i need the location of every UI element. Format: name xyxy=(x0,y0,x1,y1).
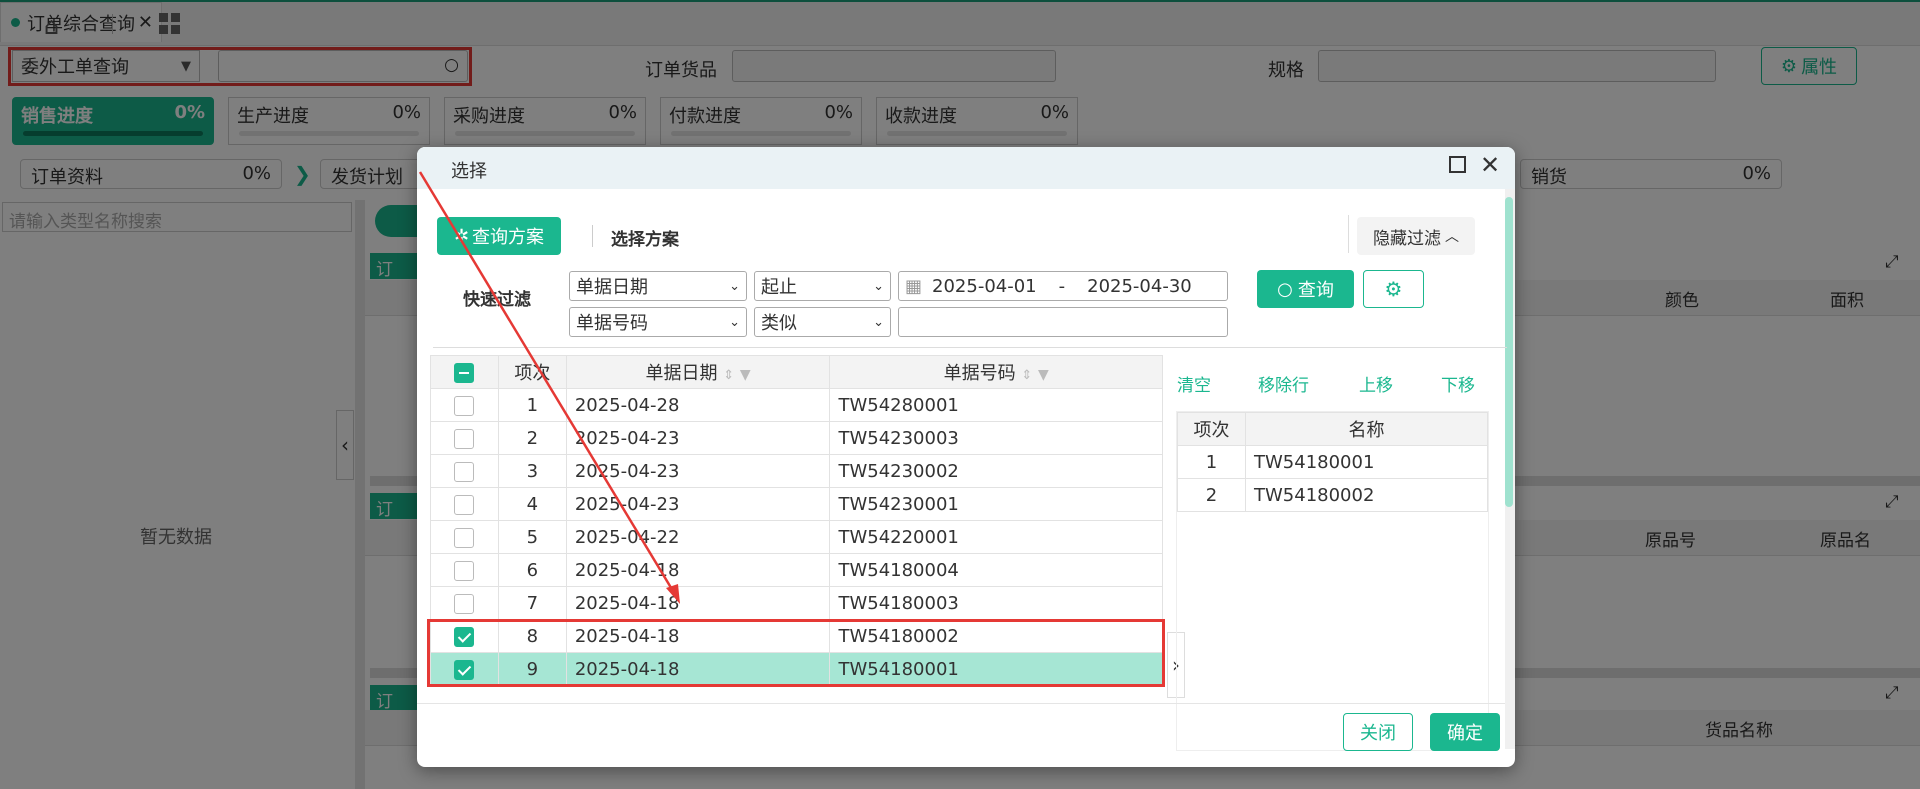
arrow-head xyxy=(666,584,680,604)
arrow-line xyxy=(418,171,678,597)
annotation-arrow xyxy=(418,171,680,604)
